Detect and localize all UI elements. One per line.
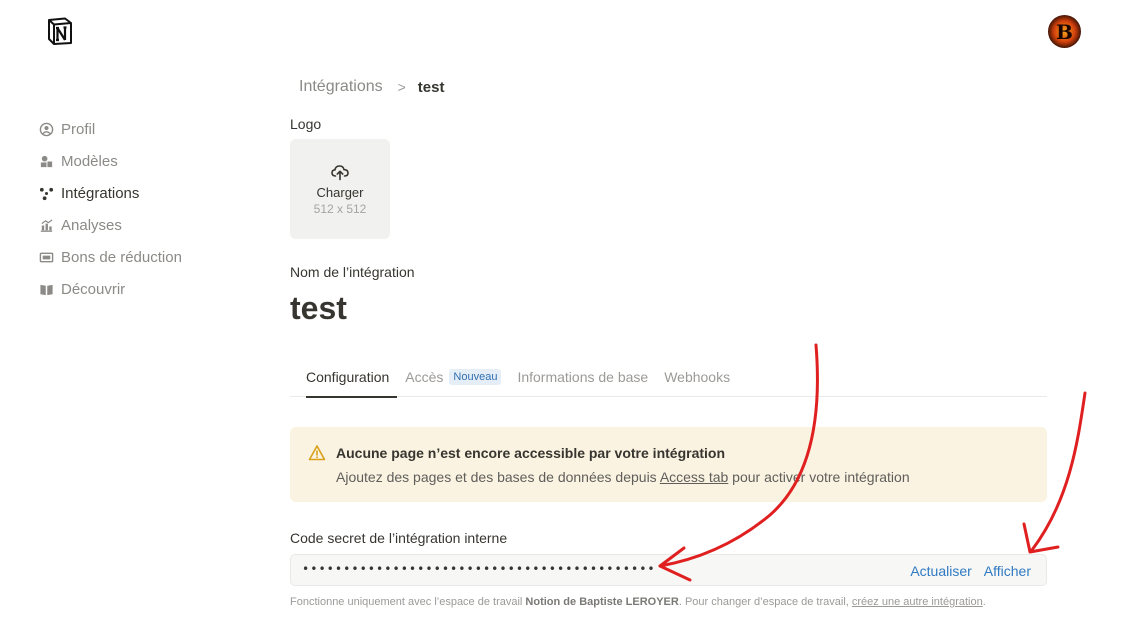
tab-label: Informations de base: [517, 369, 649, 385]
tab-configuration[interactable]: Configuration: [290, 366, 398, 398]
sidebar-item-label: Bons de réduction: [61, 248, 182, 266]
footnote-text: Fonctionne uniquement avec l’espace de t…: [290, 596, 526, 608]
breadcrumb-parent-link[interactable]: Intégrations: [299, 78, 383, 96]
logo-label: Logo: [290, 116, 322, 132]
create-integration-link[interactable]: créez une autre intégration: [852, 596, 983, 608]
alert-body-text-end: pour activer votre intégration: [728, 469, 910, 485]
breadcrumb: Intégrations > test: [299, 78, 444, 96]
sidebar-item-decouvrir[interactable]: Découvrir: [38, 273, 238, 305]
integrations-icon: [38, 185, 54, 201]
tab-label: Webhooks: [664, 369, 731, 385]
annotation-arrows: [658, 343, 1087, 582]
sidebar-item-label: Analyses: [61, 216, 122, 234]
sidebar-item-profil[interactable]: Profil: [38, 113, 238, 145]
sidebar-item-bons-de-reduction[interactable]: Bons de réduction: [38, 241, 238, 273]
tab-bar: Configuration Accès Nouveau Informations…: [290, 366, 1047, 398]
sidebar-item-integrations[interactable]: Intégrations: [38, 177, 238, 209]
sidebar-item-modeles[interactable]: Modèles: [38, 145, 238, 177]
breadcrumb-current: test: [417, 78, 445, 96]
warning-icon: [308, 445, 326, 461]
upload-size-hint: 512 x 512: [313, 202, 367, 216]
show-secret-button[interactable]: Afficher: [984, 563, 1031, 579]
tab-acces[interactable]: Accès Nouveau: [397, 366, 509, 397]
logo-upload-button[interactable]: Charger 512 x 512: [290, 139, 390, 239]
coupon-icon: [38, 249, 54, 265]
footnote-text-middle: . Pour changer d’espace de travail,: [678, 596, 852, 608]
upload-label: Charger: [316, 185, 364, 200]
chevron-right-icon: >: [397, 79, 406, 95]
discover-icon: [38, 281, 54, 297]
integration-name-label: Nom de l’intégration: [290, 264, 415, 280]
avatar[interactable]: B: [1048, 15, 1081, 48]
tab-informations-de-base[interactable]: Informations de base: [509, 366, 656, 397]
secret-actions: Actualiser Afficher: [910, 563, 1031, 579]
sidebar-item-label: Intégrations: [61, 184, 140, 202]
alert-body: Ajoutez des pages et des bases de donnée…: [336, 469, 910, 485]
analytics-icon: [38, 217, 54, 233]
access-tab-link[interactable]: Access tab: [660, 469, 728, 485]
sidebar-item-label: Profil: [61, 120, 96, 138]
sidebar-nav: Profil Modèles Intégrations Analyses Bon…: [38, 113, 238, 305]
workspace-footnote: Fonctionne uniquement avec l’espace de t…: [290, 596, 986, 608]
avatar-letter: B: [1056, 19, 1073, 44]
secret-token-field[interactable]: ••••••••••••••••••••••••••••••••••••••••…: [290, 554, 1047, 586]
cloud-upload-icon: [331, 165, 349, 181]
sidebar-item-label: Découvrir: [61, 280, 126, 298]
sidebar-item-label: Modèles: [61, 152, 118, 170]
tab-webhooks[interactable]: Webhooks: [656, 366, 738, 397]
templates-icon: [38, 153, 54, 169]
new-badge: Nouveau: [449, 369, 502, 385]
tab-label: Accès: [405, 369, 444, 385]
alert-title: Aucune page n’est encore accessible par …: [336, 445, 726, 461]
refresh-secret-button[interactable]: Actualiser: [910, 563, 971, 579]
secret-label: Code secret de l’intégration interne: [290, 530, 508, 546]
tab-label: Configuration: [306, 369, 390, 385]
annotation-arrowhead-show: [1022, 522, 1060, 554]
secret-masked-value: ••••••••••••••••••••••••••••••••••••••••…: [302, 562, 656, 576]
sidebar-item-analyses[interactable]: Analyses: [38, 209, 238, 241]
profile-icon: [38, 121, 54, 137]
workspace-name: Notion de Baptiste LEROYER: [525, 596, 679, 608]
footnote-text-end: .: [982, 596, 986, 608]
notion-logo-icon[interactable]: [45, 16, 75, 46]
alert-body-text: Ajoutez des pages et des bases de donnée…: [336, 469, 660, 485]
integration-name-value[interactable]: test: [290, 290, 347, 327]
warning-callout: Aucune page n’est encore accessible par …: [290, 427, 1047, 502]
